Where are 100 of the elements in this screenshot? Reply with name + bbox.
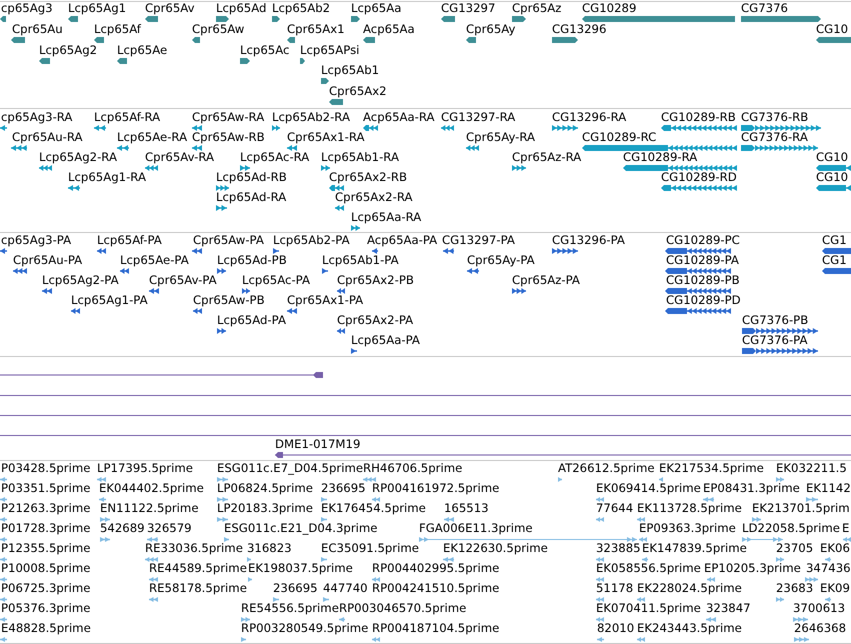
- transcript-label: Cpr65Ax2-RA: [335, 191, 412, 204]
- est-label: RP004187104.5prime: [372, 622, 500, 635]
- transcript-label: Lcp65Ag2-RA: [39, 151, 117, 164]
- transcript-label: CG7376-RA: [741, 131, 808, 144]
- est-label: 3700613: [793, 602, 846, 615]
- transcript-label: Lcp65Ad-RA: [216, 191, 286, 204]
- est-label: 23705: [776, 542, 814, 555]
- est-label: EK147839.5prime: [642, 542, 747, 555]
- transcript-label: Cpr65Ay-RA: [466, 131, 536, 144]
- protein-label: CG10289-PC: [666, 234, 740, 247]
- protein-label: Cpr65Ax2-PA: [337, 314, 414, 327]
- est-label: EK217534.5prime: [659, 462, 764, 475]
- est-label: 165513: [444, 502, 489, 515]
- protein-label: Cpr65Ax1-PA: [287, 294, 364, 307]
- transcript-label: Cpr65Au-RA: [12, 131, 83, 144]
- protein-label: CG13297-PA: [442, 234, 515, 247]
- transcript-label: CG13296-RA: [552, 111, 626, 124]
- protein-label: Cpr65Ax2-PB: [337, 274, 414, 287]
- est-label: 236695: [321, 482, 366, 495]
- gene-label: Cpr65Ay: [466, 22, 516, 36]
- est-label: 51178: [596, 582, 634, 595]
- transcript-label: CG10289-RC: [582, 131, 656, 144]
- est-label: AT26612.5prime: [558, 462, 655, 475]
- est-label: ESG011c.E7_D04.5prime: [217, 462, 364, 475]
- est-label: 323847: [706, 602, 751, 615]
- protein-label: Lcp65Ab1-PA: [322, 254, 399, 267]
- est-label: P03351.5prime: [1, 482, 90, 495]
- protein-label: Cpr65Au-PA: [13, 254, 82, 267]
- est-label: ESG011c.E21_D04.3prime: [224, 522, 378, 535]
- transcript-label: Lcp65Ac-RA: [240, 151, 310, 164]
- gene-label: CG13297: [441, 2, 496, 15]
- clone-label: DME1-017M19: [275, 438, 360, 451]
- gene-label: Lcp65APsi: [300, 44, 360, 56]
- gene-label: Lcp65Ad: [216, 2, 266, 15]
- est-label: 542689: [100, 522, 145, 535]
- est-label: EK032211.5: [776, 462, 847, 475]
- protein-label: Lcp65Ag2-PA: [42, 274, 119, 287]
- protein-label: CG1: [822, 254, 847, 267]
- gene-label: Lcp65Ab1: [321, 64, 380, 78]
- protein-label: CG10289-PD: [666, 294, 741, 307]
- est-label: LP20183.3prime: [217, 502, 313, 515]
- transcript-label: CG13297-RA: [441, 111, 516, 124]
- protein-label: CG13296-PA: [552, 234, 625, 247]
- transcript-label: CG10289-RB: [661, 111, 736, 124]
- est-label: RH46706.5prime: [363, 462, 462, 475]
- est-label: FGA006E11.3prime: [419, 522, 533, 535]
- transcript-label: Cpr65Aw-RA: [192, 111, 264, 124]
- protein-label: Lcp65Ae-PA: [120, 254, 189, 267]
- protein-label: Lcp65Ad-PA: [217, 314, 286, 327]
- est-label: EK113728.5prime: [637, 502, 742, 515]
- transcript-label: CG10: [816, 171, 848, 184]
- est-label: RP004241510.5prime: [372, 582, 500, 595]
- protein-label: cp65Ag3-PA: [1, 234, 72, 247]
- gene-label: CG7376: [741, 2, 788, 15]
- est-label: EK176454.5prime: [321, 502, 426, 515]
- protein-label: CG7376-PA: [742, 334, 808, 347]
- gene-label: Lcp65Af: [94, 22, 141, 36]
- est-label: EK06: [820, 542, 850, 555]
- transcript-label: Cpr65Av-RA: [145, 151, 214, 164]
- protein-label: Lcp65Ab2-PA: [273, 234, 350, 247]
- protein-label: Lcp65Ac-PA: [242, 274, 310, 287]
- gene-label: Lcp65Ac: [240, 44, 290, 56]
- protein-label: CG10289-PA: [666, 254, 739, 267]
- gene-label: Cpr65Av: [145, 2, 194, 15]
- gene-label: Lcp65Ae: [117, 44, 168, 56]
- est-label: P05376.3prime: [1, 602, 90, 615]
- transcript-label: Cpr65Ax2-RB: [329, 171, 407, 184]
- est-label: RE33036.5prime: [145, 542, 243, 555]
- est-label: EN11122.5prime: [100, 502, 199, 515]
- protein-label: Cpr65Az-PA: [512, 274, 580, 287]
- est-label: 447740: [323, 582, 368, 595]
- transcript-label: Lcp65Ab2-RA: [272, 111, 350, 124]
- est-label: 326579: [147, 522, 192, 535]
- est-label: EK213701.5prim: [752, 502, 850, 515]
- transcript-label: Lcp65Af-RA: [94, 111, 160, 124]
- est-label: EK09: [820, 582, 850, 595]
- gene-label: Acp65Aa: [363, 22, 415, 36]
- est-label: 23683: [776, 582, 814, 595]
- gene-label: Cpr65Az: [512, 2, 562, 15]
- transcript-label: CG10: [816, 151, 848, 164]
- transcript-label: Acp65Aa-RA: [363, 111, 435, 124]
- est-label: EC35091.5prime: [321, 542, 419, 555]
- est-label: RE54556.5prime: [241, 602, 339, 615]
- est-label: RP003046570.5prime: [339, 602, 466, 615]
- protein-label: CG7376-PB: [742, 314, 808, 327]
- est-label: 323885: [596, 542, 641, 555]
- transcript-label: Cpr65Ax1-RA: [287, 131, 364, 144]
- est-label: EK122630.5prime: [443, 542, 548, 555]
- est-label: EK243443.5prime: [637, 622, 742, 635]
- transcript-label: Lcp65Aa-RA: [351, 211, 422, 224]
- est-label: 77644: [596, 502, 634, 515]
- est-label: RP004161972.5prime: [372, 482, 500, 495]
- est-label: RP003280549.5prime: [241, 622, 368, 635]
- transcript-label: CG10289-RD: [661, 171, 737, 184]
- gene-label: CG10: [816, 22, 848, 36]
- transcript-label: Lcp65Ab1-RA: [321, 151, 399, 164]
- est-label: P03428.5prime: [1, 462, 90, 475]
- protein-label: CG10289-PB: [666, 274, 740, 287]
- est-label: EK1142: [806, 482, 851, 495]
- est-label: P21263.3prime: [1, 502, 90, 515]
